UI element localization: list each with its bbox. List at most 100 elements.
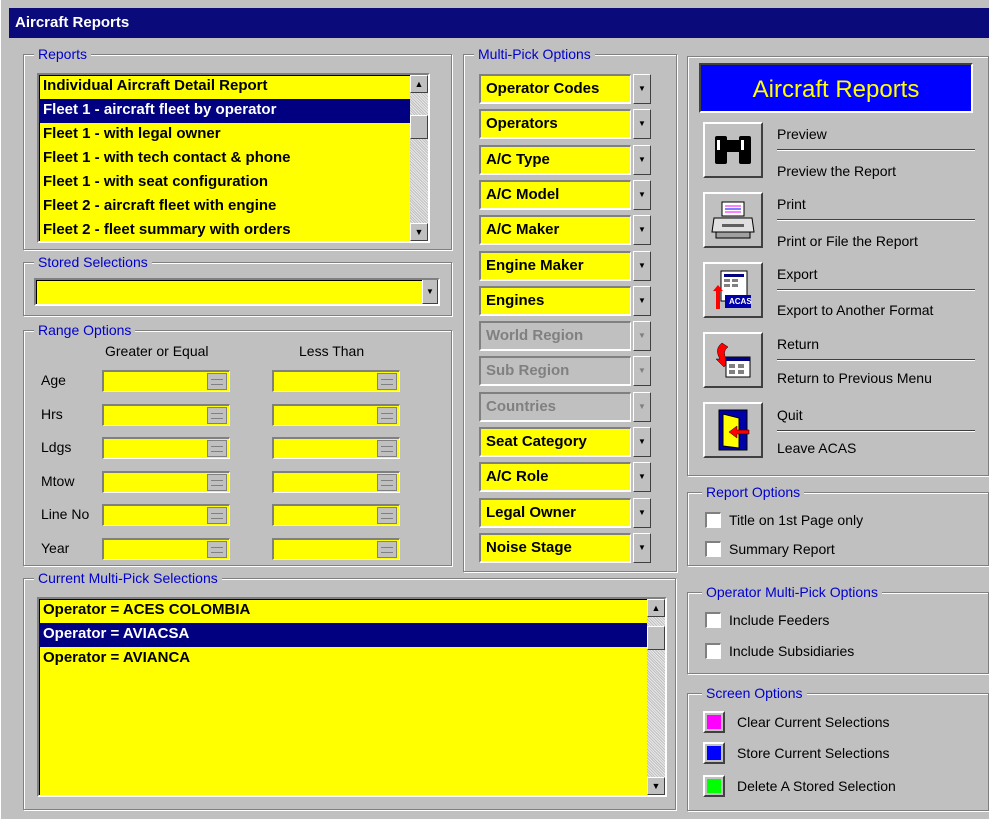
dropdown-arrow-icon[interactable]: ▼ [633, 427, 651, 457]
dropdown-arrow-icon[interactable]: ▼ [633, 215, 651, 245]
dropdown-arrow-icon[interactable]: ▼ [633, 462, 651, 492]
dropdown-arrow-icon[interactable]: ▼ [633, 286, 651, 316]
dropdown-arrow-icon[interactable]: ▼ [633, 74, 651, 104]
store-selections-button[interactable] [703, 742, 725, 764]
multi-pick-option-label[interactable]: Engines [479, 286, 631, 316]
report-list-item[interactable]: Fleet 1 - aircraft fleet by operator [39, 99, 428, 123]
multi-pick-option[interactable]: A/C Maker ▼ [479, 215, 653, 245]
spin-button[interactable] [207, 407, 227, 424]
range-max-spin[interactable] [272, 404, 400, 426]
dropdown-arrow-icon[interactable]: ▼ [633, 180, 651, 210]
multi-pick-option[interactable]: A/C Role ▼ [479, 462, 653, 492]
export-description[interactable]: Export to Another Format [777, 302, 933, 318]
report-list-item[interactable]: Fleet 2 - fleet summary with orders [39, 219, 428, 241]
summary-report-label[interactable]: Summary Report [729, 541, 835, 557]
multi-pick-option-label[interactable]: Operator Codes [479, 74, 631, 104]
current-selection-item[interactable]: Operator = AVIANCA [39, 647, 665, 671]
multi-pick-option-label[interactable]: Seat Category [479, 427, 631, 457]
spin-button[interactable] [377, 474, 397, 491]
stored-selections-combo[interactable]: ▼ [34, 278, 440, 306]
dropdown-arrow-icon[interactable]: ▼ [633, 533, 651, 563]
multi-pick-option[interactable]: Seat Category ▼ [479, 427, 653, 457]
multi-pick-option-label[interactable]: Legal Owner [479, 498, 631, 528]
clear-selections-button[interactable] [703, 711, 725, 733]
scroll-down-button[interactable]: ▼ [410, 223, 428, 241]
preview-button[interactable] [703, 122, 763, 178]
reports-listbox[interactable]: Individual Aircraft Detail Report Fleet 1… [37, 73, 430, 243]
print-description[interactable]: Print or File the Report [777, 233, 918, 249]
return-description[interactable]: Return to Previous Menu [777, 370, 932, 386]
dropdown-arrow-icon[interactable]: ▼ [633, 498, 651, 528]
scroll-thumb[interactable] [647, 626, 665, 650]
scroll-thumb[interactable] [410, 115, 428, 139]
include-subsidiaries-label[interactable]: Include Subsidiaries [729, 643, 854, 659]
spin-button[interactable] [377, 373, 397, 390]
dropdown-arrow-icon[interactable]: ▼ [633, 145, 651, 175]
clear-selections-label[interactable]: Clear Current Selections [737, 714, 890, 730]
multi-pick-option[interactable]: Engine Maker ▼ [479, 251, 653, 281]
preview-title[interactable]: Preview [777, 126, 827, 142]
scroll-up-button[interactable]: ▲ [647, 599, 665, 617]
title-first-page-label[interactable]: Title on 1st Page only [729, 512, 863, 528]
report-list-item[interactable]: Fleet 1 - with tech contact & phone [39, 147, 428, 171]
preview-description[interactable]: Preview the Report [777, 163, 896, 179]
range-max-spin[interactable] [272, 538, 400, 560]
summary-report-checkbox[interactable] [705, 541, 721, 557]
scroll-down-button[interactable]: ▼ [647, 777, 665, 795]
current-selection-item[interactable]: Operator = ACES COLOMBIA [39, 599, 665, 623]
range-min-spin[interactable] [102, 404, 230, 426]
stored-selections-dropdown-button[interactable]: ▼ [422, 280, 438, 304]
quit-title[interactable]: Quit [777, 407, 803, 423]
multi-pick-option-label[interactable]: Noise Stage [479, 533, 631, 563]
report-list-item[interactable]: Fleet 1 - with legal owner [39, 123, 428, 147]
spin-button[interactable] [377, 541, 397, 558]
range-min-spin[interactable] [102, 370, 230, 392]
current-selections-scrollbar[interactable]: ▲ ▼ [647, 599, 665, 795]
include-subsidiaries-checkbox[interactable] [705, 643, 721, 659]
multi-pick-option-label[interactable]: A/C Model [479, 180, 631, 210]
delete-stored-selection-button[interactable] [703, 775, 725, 797]
dropdown-arrow-icon[interactable]: ▼ [633, 109, 651, 139]
spin-button[interactable] [207, 507, 227, 524]
range-max-spin[interactable] [272, 504, 400, 526]
current-selections-listbox[interactable]: Operator = ACES COLOMBIA Operator = AVIAC… [37, 597, 667, 797]
multi-pick-option[interactable]: Engines ▼ [479, 286, 653, 316]
spin-button[interactable] [377, 440, 397, 457]
multi-pick-option-label[interactable]: Engine Maker [479, 251, 631, 281]
include-feeders-label[interactable]: Include Feeders [729, 612, 829, 628]
current-selection-item[interactable]: Operator = AVIACSA [39, 623, 665, 647]
multi-pick-option-label[interactable]: Operators [479, 109, 631, 139]
return-title[interactable]: Return [777, 336, 819, 352]
spin-button[interactable] [207, 373, 227, 390]
multi-pick-option[interactable]: A/C Type ▼ [479, 145, 653, 175]
title-first-page-checkbox[interactable] [705, 512, 721, 528]
range-min-spin[interactable] [102, 471, 230, 493]
quit-description[interactable]: Leave ACAS [777, 440, 856, 456]
reports-scrollbar[interactable]: ▲ ▼ [410, 75, 428, 241]
report-list-item[interactable]: Fleet 1 - with seat configuration [39, 171, 428, 195]
multi-pick-option[interactable]: Legal Owner ▼ [479, 498, 653, 528]
range-max-spin[interactable] [272, 370, 400, 392]
multi-pick-option[interactable]: Operators ▼ [479, 109, 653, 139]
scroll-up-button[interactable]: ▲ [410, 75, 428, 93]
return-button[interactable] [703, 332, 763, 388]
range-min-spin[interactable] [102, 437, 230, 459]
dropdown-arrow-icon[interactable]: ▼ [633, 251, 651, 281]
multi-pick-option[interactable]: Operator Codes ▼ [479, 74, 653, 104]
spin-button[interactable] [377, 507, 397, 524]
include-feeders-checkbox[interactable] [705, 612, 721, 628]
quit-button[interactable] [703, 402, 763, 458]
multi-pick-option-label[interactable]: A/C Type [479, 145, 631, 175]
multi-pick-option-label[interactable]: A/C Role [479, 462, 631, 492]
range-max-spin[interactable] [272, 471, 400, 493]
multi-pick-option-label[interactable]: A/C Maker [479, 215, 631, 245]
spin-button[interactable] [207, 440, 227, 457]
delete-stored-selection-label[interactable]: Delete A Stored Selection [737, 778, 896, 794]
export-button[interactable]: ACAS [703, 262, 763, 318]
store-selections-label[interactable]: Store Current Selections [737, 745, 890, 761]
spin-button[interactable] [207, 541, 227, 558]
range-min-spin[interactable] [102, 504, 230, 526]
print-title[interactable]: Print [777, 196, 806, 212]
report-list-item[interactable]: Fleet 2 - aircraft fleet with engine [39, 195, 428, 219]
export-title[interactable]: Export [777, 266, 817, 282]
